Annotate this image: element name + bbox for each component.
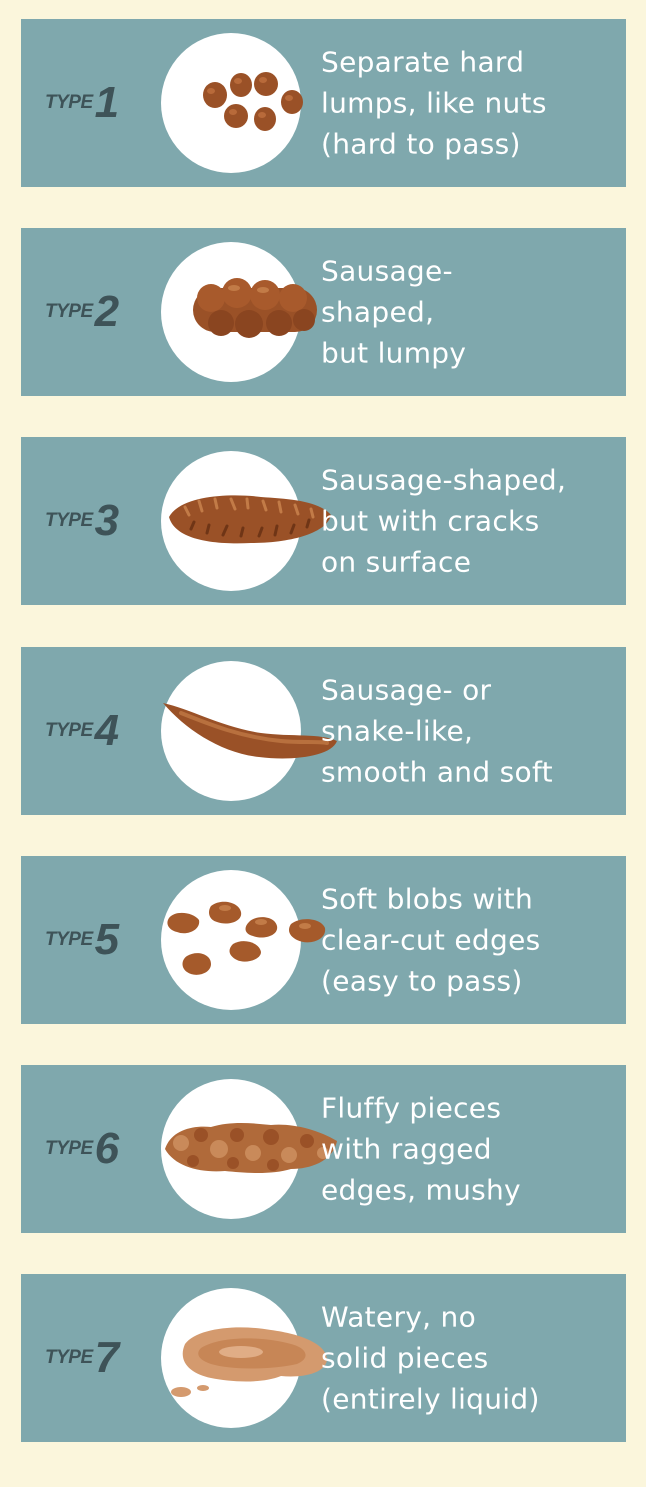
type-label: TYPE 5: [45, 918, 119, 962]
type-word: TYPE: [45, 92, 93, 113]
type-word: TYPE: [45, 720, 93, 741]
type-description: Sausage-shaped, but with cracks on surfa…: [321, 460, 621, 583]
type-description: Soft blobs with clear-cut edges (easy to…: [321, 879, 621, 1002]
description-line: Watery, no: [321, 1300, 477, 1334]
type-description: Separate hard lumps, like nuts (hard to …: [321, 42, 621, 165]
type-description: Watery, no solid pieces (entirely liquid…: [321, 1297, 621, 1420]
description-line: but with cracks: [321, 504, 540, 538]
description-line: edges, mushy: [321, 1173, 521, 1207]
type-label: TYPE 6: [45, 1127, 119, 1171]
type-card-1: TYPE 1 Separate hard lumps, like nuts (h…: [21, 19, 626, 187]
type-card-6: TYPE 6 Fluffy pieces with ragged edges, …: [21, 1065, 626, 1233]
type-card-7: TYPE 7 Watery, no solid pieces (entirely…: [21, 1274, 626, 1442]
hard-lumps-icon: [203, 72, 303, 131]
type-number: 7: [94, 1333, 120, 1382]
description-line: but lumpy: [321, 336, 467, 370]
description-line: Fluffy pieces: [321, 1091, 502, 1125]
type-number: 5: [94, 915, 120, 964]
type-card-5: TYPE 5 Soft blobs with clear-cut edges (…: [21, 856, 626, 1024]
description-line: with ragged: [321, 1132, 492, 1166]
description-line: shaped,: [321, 295, 435, 329]
type-label: TYPE 4: [45, 709, 119, 753]
description-line: (hard to pass): [321, 127, 521, 161]
cracked-sausage-icon: [169, 495, 331, 544]
type-word: TYPE: [45, 1138, 93, 1159]
type-word: TYPE: [45, 929, 93, 950]
smooth-snake-icon: [163, 703, 337, 759]
description-line: Sausage- or: [321, 673, 492, 707]
description-line: lumps, like nuts: [321, 86, 547, 120]
type-label: TYPE 7: [45, 1336, 119, 1380]
type-number: 4: [94, 706, 120, 755]
watery-liquid-icon: [171, 1327, 327, 1397]
type-number: 3: [94, 496, 120, 545]
description-line: (entirely liquid): [321, 1382, 540, 1416]
type-card-2: TYPE 2 Sausage- shaped, but lumpy: [21, 228, 626, 396]
description-line: Separate hard: [321, 45, 525, 79]
type-word: TYPE: [45, 1347, 93, 1368]
type-card-4: TYPE 4 Sausage- or snake-like, smooth an…: [21, 647, 626, 815]
description-line: (easy to pass): [321, 964, 523, 998]
type-description: Sausage- or snake-like, smooth and soft: [321, 670, 621, 793]
description-line: smooth and soft: [321, 755, 553, 789]
description-line: Soft blobs with: [321, 882, 533, 916]
bristol-stool-chart: { "colors": { "background": "#fbf6dc", "…: [0, 0, 646, 1487]
description-line: clear-cut edges: [321, 923, 541, 957]
description-line: Sausage-shaped,: [321, 463, 567, 497]
lumpy-sausage-icon: [193, 278, 317, 338]
type-word: TYPE: [45, 301, 93, 322]
description-line: Sausage-: [321, 254, 453, 288]
type-description: Sausage- shaped, but lumpy: [321, 251, 621, 374]
type-label: TYPE 2: [45, 290, 119, 334]
type-number: 1: [94, 78, 120, 127]
type-number: 2: [94, 287, 120, 336]
soft-blobs-icon: [167, 901, 326, 975]
type-card-3: TYPE 3 Sausage-shaped, but with cracks o…: [21, 437, 626, 605]
type-label: TYPE 3: [45, 499, 119, 543]
fluffy-pieces-icon: [165, 1123, 337, 1173]
type-description: Fluffy pieces with ragged edges, mushy: [321, 1088, 621, 1211]
type-word: TYPE: [45, 510, 93, 531]
description-line: snake-like,: [321, 714, 474, 748]
description-line: solid pieces: [321, 1341, 489, 1375]
type-number: 6: [94, 1124, 120, 1173]
description-line: on surface: [321, 545, 472, 579]
type-label: TYPE 1: [45, 81, 119, 125]
